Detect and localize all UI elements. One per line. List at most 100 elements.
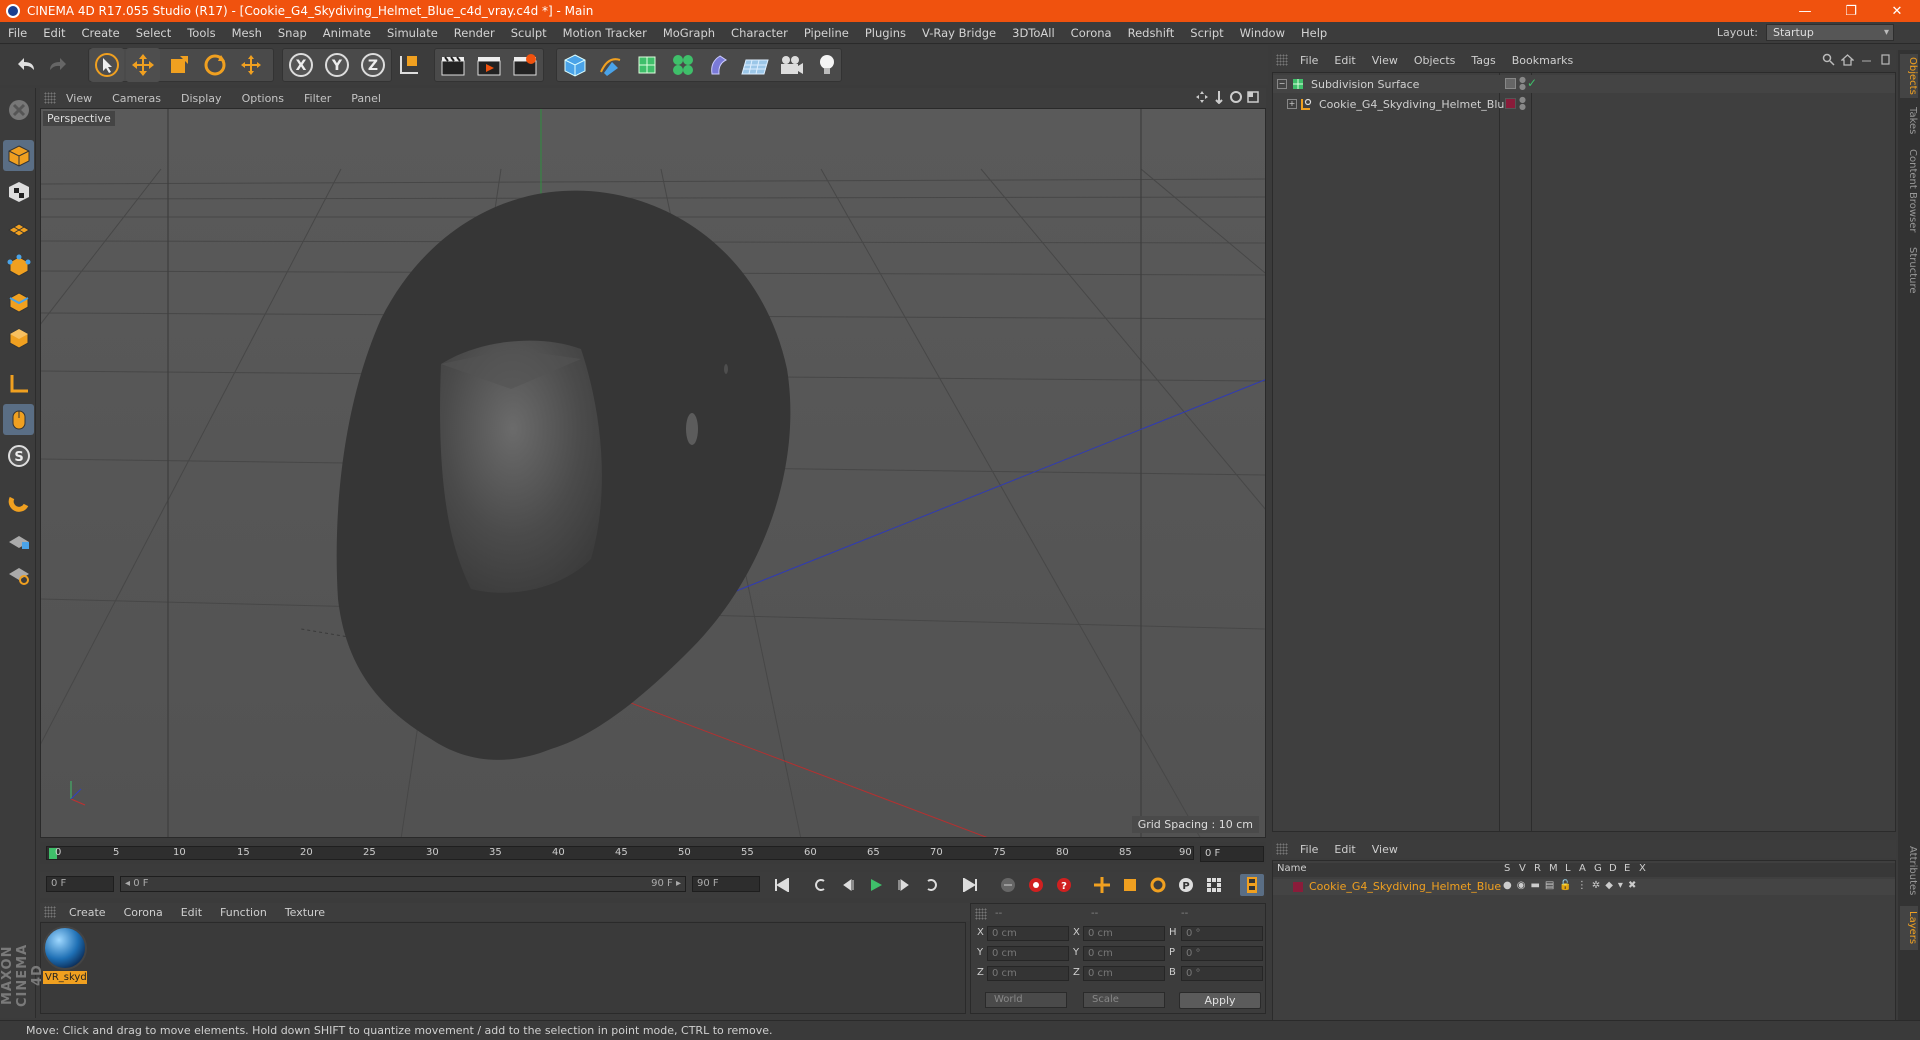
viewport-menu-cameras[interactable]: Cameras	[102, 92, 171, 105]
object-row-subdivision[interactable]: − Subdivision Surface ● ● ✓	[1273, 75, 1895, 93]
end-frame-field[interactable]: 90 F	[692, 876, 760, 892]
pan-icon[interactable]	[1195, 90, 1209, 104]
previous-key-button[interactable]	[808, 874, 832, 896]
next-frame-button[interactable]	[892, 874, 916, 896]
menu-select[interactable]: Select	[128, 26, 179, 40]
snap-button[interactable]	[3, 486, 34, 517]
mat-menu-create[interactable]: Create	[60, 906, 115, 919]
key-position-button[interactable]	[1090, 874, 1114, 896]
size-z-field[interactable]: 0 cm	[1083, 966, 1165, 981]
collapse-toggle-icon[interactable]: −	[1277, 79, 1287, 89]
menu-file[interactable]: File	[0, 26, 35, 40]
om-menu-file[interactable]: File	[1292, 54, 1326, 67]
menu-redshift[interactable]: Redshift	[1120, 26, 1183, 40]
workplane-options-button[interactable]	[3, 558, 34, 589]
apply-button[interactable]: Apply	[1179, 992, 1261, 1009]
z-axis-button[interactable]: Z	[356, 48, 390, 82]
panel-grip-icon[interactable]	[44, 92, 56, 104]
next-key-button[interactable]	[920, 874, 944, 896]
point-mode-button[interactable]	[3, 250, 34, 281]
autokeying-button[interactable]: ?	[1052, 874, 1076, 896]
layer-color-swatch[interactable]	[1293, 882, 1303, 892]
tab-objects[interactable]: Objects	[1900, 54, 1918, 98]
viewport-menu-filter[interactable]: Filter	[294, 92, 341, 105]
axis-mode-button[interactable]	[3, 368, 34, 399]
coordinate-system-button[interactable]	[392, 48, 426, 82]
rotate-tool-button[interactable]	[198, 48, 232, 82]
menu-window[interactable]: Window	[1232, 26, 1293, 40]
search-icon[interactable]	[1822, 53, 1835, 66]
render-picture-viewer-button[interactable]	[472, 48, 506, 82]
current-frame-field[interactable]: 0 F	[1200, 846, 1264, 862]
menu-simulate[interactable]: Simulate	[379, 26, 446, 40]
visibility-dots-icon[interactable]: ● ●	[1519, 96, 1526, 111]
layout-select[interactable]: Startup	[1766, 24, 1894, 41]
tweak-mode-button[interactable]	[3, 404, 34, 435]
menu-3dtoall[interactable]: 3DToAll	[1004, 26, 1063, 40]
menu-sculpt[interactable]: Sculpt	[503, 26, 555, 40]
viewport-menu-display[interactable]: Display	[171, 92, 232, 105]
restore-button[interactable]: ❐	[1828, 0, 1874, 22]
view-eye-icon[interactable]: ◉	[1517, 880, 1526, 891]
render-settings-button[interactable]	[508, 48, 542, 82]
start-frame-field[interactable]: 0 F	[46, 876, 114, 892]
workplane-lock-button[interactable]	[3, 524, 34, 555]
tab-content-browser[interactable]: Content Browser	[1900, 146, 1918, 236]
previous-frame-button[interactable]	[836, 874, 860, 896]
menu-edit[interactable]: Edit	[35, 26, 73, 40]
move-tool-button[interactable]	[126, 48, 160, 82]
menu-mesh[interactable]: Mesh	[224, 26, 270, 40]
menu-character[interactable]: Character	[723, 26, 796, 40]
layer-swatch[interactable]	[1505, 78, 1516, 89]
menu-help[interactable]: Help	[1293, 26, 1335, 40]
position-z-field[interactable]: 0 cm	[987, 966, 1069, 981]
zoom-icon[interactable]	[1212, 90, 1226, 104]
menu-mograph[interactable]: MoGraph	[655, 26, 723, 40]
perspective-viewport[interactable]: Perspective Grid Spacing : 10 cm	[40, 108, 1266, 838]
layer-row[interactable]: Cookie_G4_Skydiving_Helmet_Blue ● ◉ ▬ ▤ …	[1273, 879, 1895, 895]
menu-corona[interactable]: Corona	[1063, 26, 1120, 40]
cloner-button[interactable]	[666, 48, 700, 82]
coordinate-space-select[interactable]: World	[985, 992, 1067, 1008]
viewport-menu-options[interactable]: Options	[232, 92, 294, 105]
generator-icon[interactable]: ✲	[1592, 880, 1600, 891]
manager-icon[interactable]: ▤	[1545, 880, 1554, 891]
minimize-button[interactable]: —	[1782, 0, 1828, 22]
menu-create[interactable]: Create	[74, 26, 128, 40]
minimize-panel-icon[interactable]	[1860, 53, 1873, 66]
tab-attributes[interactable]: Attributes	[1900, 840, 1918, 902]
spline-pen-button[interactable]	[594, 48, 628, 82]
expression-icon[interactable]: ▾	[1618, 880, 1623, 891]
undo-button[interactable]	[8, 48, 42, 82]
key-parameter-button[interactable]: P	[1174, 874, 1198, 896]
key-point-level-button[interactable]	[1202, 874, 1226, 896]
menu-plugins[interactable]: Plugins	[857, 26, 914, 40]
menu-pipeline[interactable]: Pipeline	[796, 26, 857, 40]
close-button[interactable]: ✕	[1874, 0, 1920, 22]
mat-menu-edit[interactable]: Edit	[172, 906, 211, 919]
viewport-menu-panel[interactable]: Panel	[341, 92, 391, 105]
om-menu-tags[interactable]: Tags	[1463, 54, 1503, 67]
maximize-view-icon[interactable]	[1246, 90, 1260, 104]
tab-takes[interactable]: Takes	[1900, 102, 1918, 140]
viewport-menu-view[interactable]: View	[56, 92, 102, 105]
deformer-icon[interactable]: ◆	[1605, 880, 1613, 891]
menu-script[interactable]: Script	[1182, 26, 1231, 40]
position-x-field[interactable]: 0 cm	[987, 926, 1069, 941]
workplane-mode-button[interactable]	[3, 212, 34, 243]
key-scale-button[interactable]	[1118, 874, 1142, 896]
size-x-field[interactable]: 0 cm	[1083, 926, 1165, 941]
panel-grip-icon[interactable]	[975, 908, 987, 920]
lm-menu-edit[interactable]: Edit	[1326, 843, 1363, 856]
rotation-p-field[interactable]: 0 °	[1181, 946, 1263, 961]
transform-tool-button[interactable]	[234, 48, 268, 82]
animation-icon[interactable]: ⋮	[1577, 880, 1587, 891]
make-editable-button[interactable]	[3, 94, 34, 125]
go-to-start-button[interactable]	[770, 874, 794, 896]
position-y-field[interactable]: 0 cm	[987, 946, 1069, 961]
lm-menu-file[interactable]: File	[1292, 843, 1326, 856]
deformer-button[interactable]	[702, 48, 736, 82]
lm-menu-view[interactable]: View	[1364, 843, 1406, 856]
menu-render[interactable]: Render	[446, 26, 503, 40]
layer-name[interactable]: Cookie_G4_Skydiving_Helmet_Blue	[1309, 880, 1501, 893]
